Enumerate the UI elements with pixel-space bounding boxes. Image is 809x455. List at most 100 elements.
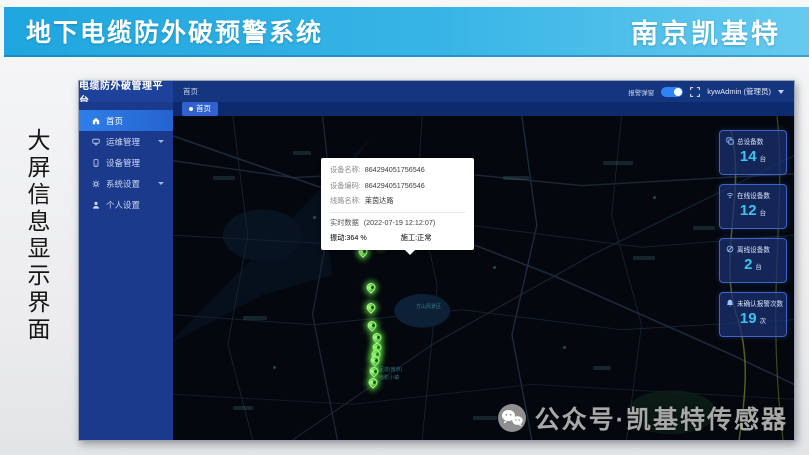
app-screenshot: 电缆防外破管理平台 首页 报警弹窗 kywAdmin (管理员) 首页: [78, 80, 795, 441]
fullscreen-icon[interactable]: [690, 87, 700, 97]
sidebar-item-ops[interactable]: 运维管理: [79, 131, 173, 152]
stat-card-offline-devices[interactable]: 离线设备数 2台: [719, 238, 787, 283]
sidebar-item-home[interactable]: 首页: [79, 110, 173, 131]
map-label-noise: [693, 226, 715, 230]
metric-label: 施工:: [401, 233, 417, 243]
metric-value: 正常: [417, 233, 431, 243]
card-number: 19: [740, 310, 757, 327]
card-unit: 台: [755, 264, 762, 271]
card-number: 12: [740, 202, 757, 219]
card-header: 在线设备数: [720, 185, 786, 200]
slide-banner: 地下电缆防外破预警系统 南京凯基特: [4, 7, 809, 57]
slide-title: 地下电缆防外破预警系统: [26, 13, 323, 49]
side-caption: 大屏信息显示界面: [20, 128, 54, 344]
map-label-noise: [603, 161, 633, 165]
home-icon: [92, 117, 100, 125]
map-poi-dot: [653, 196, 656, 199]
tab-label: 首页: [196, 103, 211, 114]
metric-value: 364 %: [346, 233, 366, 243]
popup-metrics-row: 振动: 364 % 施工: 正常: [330, 233, 465, 245]
sidebar-item-label: 首页: [106, 115, 123, 127]
field-value: 864294051756546: [365, 165, 425, 175]
sidebar-item-label: 系统设置: [106, 178, 140, 190]
metric-label: 振动:: [330, 233, 346, 243]
profile-icon: [92, 201, 100, 209]
realtime-timestamp: (2022-07-19 12:12:07): [364, 218, 436, 227]
brand-name: 南京凯基特: [631, 12, 781, 51]
app-logo: 电缆防外破管理平台: [79, 81, 173, 102]
card-header: 总设备数: [720, 131, 786, 146]
device-info-popup: 设备名称: 864294051756546 设备编码: 864294051756…: [321, 158, 474, 250]
sidebar-item-label: 设备管理: [106, 157, 140, 169]
navbar-right: 报警弹窗 kywAdmin (管理员): [628, 86, 794, 97]
metric-construction: 施工: 正常: [401, 233, 432, 243]
card-header: 未确认报警次数: [720, 293, 786, 308]
card-label: 未确认报警次数: [737, 298, 783, 308]
map-canvas[interactable]: 方山风景区中道足迹(南京)电影小镇 AA 设备名称: 8642940517565…: [173, 116, 794, 440]
metric-vibration: 振动: 364 %: [330, 233, 367, 243]
breadcrumb: 首页: [183, 86, 198, 97]
card-value: 2台: [720, 257, 786, 272]
user-menu[interactable]: kywAdmin (管理员): [707, 86, 771, 97]
map-poi-dot: [313, 216, 316, 219]
field-label: 设备名称:: [330, 165, 361, 175]
card-unit: 台: [760, 210, 767, 217]
card-number: 2: [744, 256, 752, 273]
map-poi-dot: [563, 346, 566, 349]
card-label: 在线设备数: [737, 190, 770, 200]
main-area: 首页: [173, 102, 794, 440]
map-label-noise: [293, 151, 311, 155]
sidebar-item-devices[interactable]: 设备管理: [79, 152, 173, 173]
settings-icon: [92, 180, 100, 188]
sidebar-item-label: 运维管理: [106, 136, 140, 148]
map-poi-dot: [493, 266, 496, 269]
map-label-noise: [233, 406, 253, 410]
popup-divider: [330, 212, 465, 213]
popup-row-device-name: 设备名称: 864294051756546: [330, 165, 465, 175]
device-icon: [92, 159, 100, 167]
ops-icon: [92, 138, 100, 146]
map-label-noise: [473, 416, 497, 420]
stat-card-online-devices[interactable]: 在线设备数 12台: [719, 184, 787, 229]
card-label: 总设备数: [737, 136, 763, 146]
map-label-noise: [593, 366, 611, 370]
popup-row-device-code: 设备编码: 864294051756546: [330, 181, 465, 191]
sidebar: 首页 运维管理 设备管理 系统设置 个人设置: [79, 102, 173, 440]
toggle-knob: [674, 88, 682, 96]
alarm-toggle[interactable]: [661, 87, 683, 97]
chevron-down-icon: [158, 140, 164, 143]
chevron-down-icon[interactable]: [778, 90, 784, 94]
field-value: 864294051756546: [365, 181, 425, 191]
chevron-down-icon: [158, 182, 164, 185]
presentation-slide: 地下电缆防外破预警系统 南京凯基特 大屏信息显示界面 电缆防外破管理平台 首页 …: [0, 0, 809, 455]
sidebar-item-settings[interactable]: 系统设置: [79, 173, 173, 194]
app-body: 首页 运维管理 设备管理 系统设置 个人设置: [79, 102, 794, 440]
map-label-noise: [243, 316, 267, 320]
tab-home[interactable]: 首页: [182, 102, 218, 116]
field-label: 线路名称:: [330, 196, 361, 206]
map-streets: [173, 116, 794, 440]
online-icon: [726, 191, 734, 199]
popup-realtime-row: 实时数据 (2022-07-19 12:12:07): [330, 218, 465, 228]
sidebar-item-profile[interactable]: 个人设置: [79, 194, 173, 215]
app-navbar: 电缆防外破管理平台 首页 报警弹窗 kywAdmin (管理员): [79, 81, 794, 102]
card-value: 14台: [720, 149, 786, 164]
tab-strip: 首页: [173, 102, 794, 116]
card-label: 离线设备数: [737, 244, 770, 254]
devices-icon: [726, 137, 734, 145]
map-label-noise: [633, 256, 655, 260]
popup-row-line-name: 线路名称: 莱茵达路: [330, 196, 465, 206]
map-label-noise: [503, 176, 529, 180]
card-number: 14: [740, 148, 757, 165]
stat-card-unconfirmed-alarms[interactable]: 未确认报警次数 19次: [719, 292, 787, 337]
card-value: 19次: [720, 311, 786, 326]
tab-active-dot: [189, 107, 193, 111]
sidebar-item-label: 个人设置: [106, 199, 140, 211]
realtime-label: 实时数据: [330, 218, 359, 227]
map-poi-dot: [273, 366, 276, 369]
map-label-noise: [213, 176, 235, 180]
offline-icon: [726, 245, 734, 253]
stat-card-total-devices[interactable]: 总设备数 14台: [719, 130, 787, 175]
card-value: 12台: [720, 203, 786, 218]
alarm-bell-icon: [726, 299, 734, 307]
